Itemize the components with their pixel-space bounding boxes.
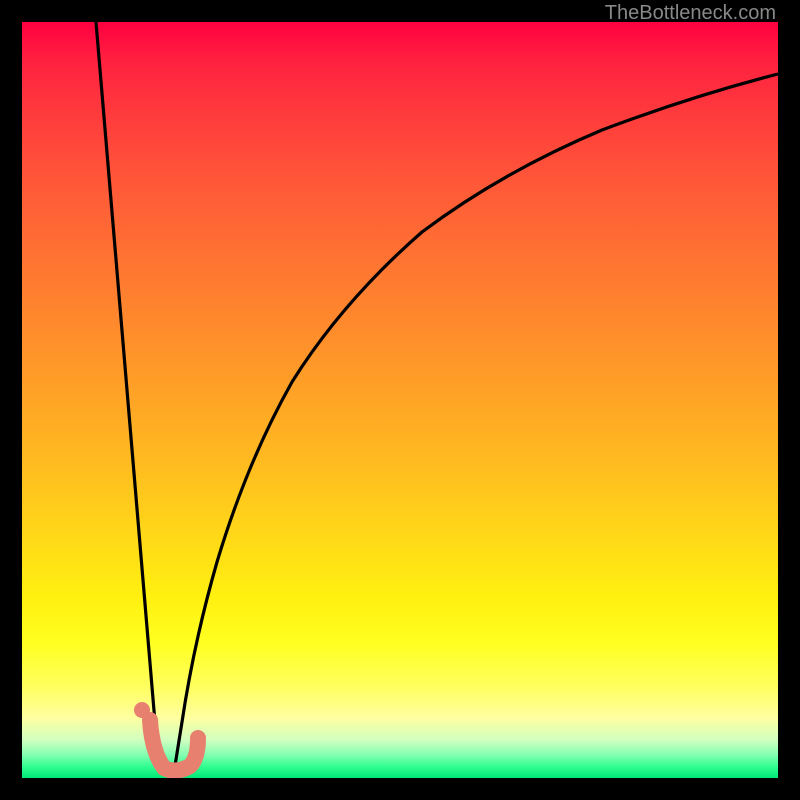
- watermark-text: TheBottleneck.com: [605, 2, 776, 25]
- valley-marker-shape: [150, 720, 198, 771]
- plot-area: [22, 22, 778, 778]
- curve-left-linear: [96, 22, 159, 770]
- valley-marker-dot: [134, 702, 150, 718]
- curve-right-log: [174, 74, 778, 772]
- chart-curves-svg: [22, 22, 778, 778]
